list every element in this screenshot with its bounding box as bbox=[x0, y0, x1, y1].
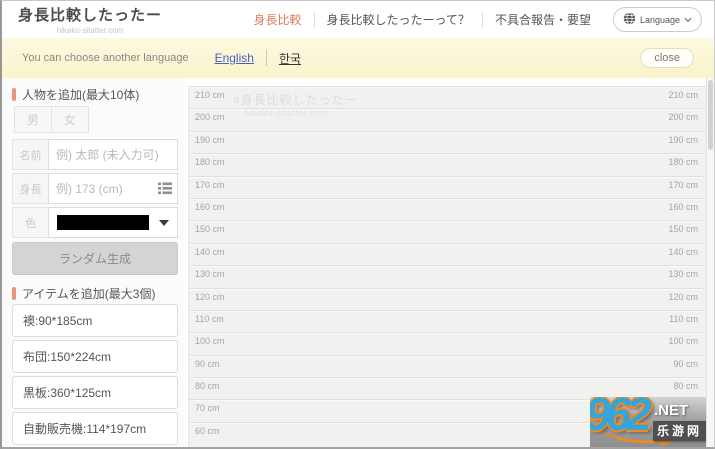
vertical-scrollbar[interactable] bbox=[706, 78, 714, 447]
banner-close-button[interactable]: close bbox=[640, 48, 694, 68]
height-presets-list-icon[interactable] bbox=[158, 182, 172, 200]
tick-label-left: 120 cm bbox=[195, 292, 225, 310]
app-window: 身長比較したったー hikaku-sitatter.com 身長比較 身長比較し… bbox=[0, 0, 715, 449]
language-banner: You can choose another language English … bbox=[2, 38, 714, 78]
grid-row: 100 cm 100 cm bbox=[189, 332, 706, 354]
tick-label-left: 130 cm bbox=[195, 269, 225, 287]
section-marker bbox=[12, 287, 16, 300]
grid-row: 180 cm 180 cm bbox=[189, 153, 706, 175]
tick-label-right: 100 cm bbox=[668, 336, 698, 354]
tick-label-left: 180 cm bbox=[195, 157, 225, 175]
banner-message: You can choose another language bbox=[22, 52, 189, 64]
language-button[interactable]: Language bbox=[613, 7, 702, 32]
tick-label-left: 110 cm bbox=[195, 314, 224, 332]
item-button[interactable]: 布団:150*224cm bbox=[12, 340, 178, 373]
tick-label-left: 200 cm bbox=[195, 112, 225, 130]
grid-row: 130 cm 130 cm bbox=[189, 265, 706, 287]
globe-icon bbox=[623, 12, 636, 27]
grid-row: 150 cm 150 cm bbox=[189, 220, 706, 242]
header: 身長比較したったー hikaku-sitatter.com 身長比較 身長比較し… bbox=[2, 1, 714, 38]
tick-label-left: 70 cm bbox=[195, 403, 220, 421]
tick-label-left: 210 cm bbox=[195, 90, 225, 108]
tick-label-right: 150 cm bbox=[668, 224, 698, 242]
tick-label-left: 190 cm bbox=[195, 135, 225, 153]
logo-site-name: 乐游网 bbox=[653, 421, 706, 441]
name-input[interactable] bbox=[48, 139, 178, 170]
chevron-down-icon bbox=[684, 15, 692, 25]
gender-toggle: 男 女 bbox=[14, 106, 184, 133]
grid-row: 190 cm 190 cm bbox=[189, 131, 706, 153]
item-section-header: アイテムを追加(最大3個) bbox=[12, 285, 184, 301]
color-label: 色 bbox=[12, 207, 48, 238]
random-generate-button[interactable]: ランダム生成 bbox=[12, 242, 178, 275]
nav-feedback[interactable]: 不具合報告・要望 bbox=[483, 11, 603, 28]
grid-row: 110 cm 110 cm bbox=[189, 310, 706, 332]
grid-row: 210 cm 210 cm bbox=[189, 86, 706, 108]
tick-label-right: 170 cm bbox=[668, 180, 698, 198]
section-marker bbox=[12, 88, 16, 101]
nav-about[interactable]: 身長比較したったーって？ bbox=[315, 11, 482, 28]
color-select[interactable] bbox=[48, 207, 178, 238]
tick-label-left: 90 cm bbox=[195, 359, 220, 377]
tick-label-left: 60 cm bbox=[195, 426, 220, 444]
item-section-title: アイテムを追加(最大3個) bbox=[22, 285, 155, 302]
tick-label-right: 210 cm bbox=[668, 90, 698, 108]
gender-female-button[interactable]: 女 bbox=[51, 106, 89, 133]
logo-domain: .NET bbox=[654, 402, 688, 419]
content-area: 人物を追加(最大10体) 男 女 名前 身長 色 bbox=[2, 78, 714, 447]
tick-label-left: 150 cm bbox=[195, 224, 225, 242]
tick-label-left: 100 cm bbox=[195, 336, 225, 354]
gender-male-button[interactable]: 男 bbox=[14, 106, 52, 133]
tick-label-right: 190 cm bbox=[668, 135, 698, 153]
item-list: 襖:90*185cm布団:150*224cm黒板:360*125cm自動販売機:… bbox=[12, 304, 184, 445]
tick-label-left: 80 cm bbox=[195, 381, 220, 399]
tick-label-right: 200 cm bbox=[668, 112, 698, 130]
caret-down-icon bbox=[159, 220, 169, 226]
scrollbar-thumb[interactable] bbox=[708, 80, 713, 150]
962net-watermark: 962 .NET 乐游网 bbox=[590, 397, 706, 447]
color-swatch bbox=[57, 215, 149, 230]
tick-label-left: 140 cm bbox=[195, 247, 225, 265]
height-row: 身長 bbox=[12, 173, 178, 204]
site-url: hikaku-sitatter.com bbox=[57, 26, 124, 35]
name-label: 名前 bbox=[12, 139, 48, 170]
tick-label-right: 160 cm bbox=[668, 202, 698, 220]
header-nav: 身長比較 身長比較したったーって？ 不具合報告・要望 Language bbox=[242, 1, 702, 38]
page-title: 身長比較したったー bbox=[18, 4, 162, 25]
tick-label-right: 110 cm bbox=[669, 314, 698, 332]
tick-label-right: 180 cm bbox=[668, 157, 698, 175]
tick-label-right: 120 cm bbox=[668, 292, 698, 310]
tick-label-left: 160 cm bbox=[195, 202, 225, 220]
tick-label-right: 140 cm bbox=[668, 247, 698, 265]
chart-grid: 210 cm 210 cm 200 cm 200 cm 190 cm 190 c… bbox=[189, 86, 706, 444]
grid-row: 140 cm 140 cm bbox=[189, 243, 706, 265]
grid-row: 90 cm 90 cm bbox=[189, 355, 706, 377]
site-logo[interactable]: 身長比較したったー hikaku-sitatter.com bbox=[14, 4, 162, 35]
person-section-header: 人物を追加(最大10体) bbox=[12, 86, 184, 102]
height-label: 身長 bbox=[12, 173, 48, 204]
language-button-label: Language bbox=[640, 15, 680, 25]
sidebar: 人物を追加(最大10体) 男 女 名前 身長 色 bbox=[2, 78, 184, 447]
korean-link[interactable]: 한국 bbox=[279, 50, 301, 67]
grid-row: 170 cm 170 cm bbox=[189, 176, 706, 198]
english-link[interactable]: English bbox=[215, 51, 254, 65]
color-row: 色 bbox=[12, 207, 178, 238]
nav-height-compare[interactable]: 身長比較 bbox=[242, 11, 314, 28]
item-button[interactable]: 黒板:360*125cm bbox=[12, 376, 178, 409]
tick-label-left: 170 cm bbox=[195, 180, 225, 198]
grid-row: 160 cm 160 cm bbox=[189, 198, 706, 220]
name-row: 名前 bbox=[12, 139, 178, 170]
tick-label-right: 130 cm bbox=[668, 269, 698, 287]
item-button[interactable]: 自動販売機:114*197cm bbox=[12, 412, 178, 445]
tick-label-right: 90 cm bbox=[673, 359, 698, 377]
item-button[interactable]: 襖:90*185cm bbox=[12, 304, 178, 337]
grid-row: 200 cm 200 cm bbox=[189, 108, 706, 130]
grid-row: 120 cm 120 cm bbox=[189, 288, 706, 310]
banner-divider bbox=[266, 50, 267, 66]
person-section-title: 人物を追加(最大10体) bbox=[22, 86, 139, 103]
height-chart: 210 cm 210 cm 200 cm 200 cm 190 cm 190 c… bbox=[188, 86, 706, 447]
logo-number: 962 bbox=[590, 397, 647, 441]
